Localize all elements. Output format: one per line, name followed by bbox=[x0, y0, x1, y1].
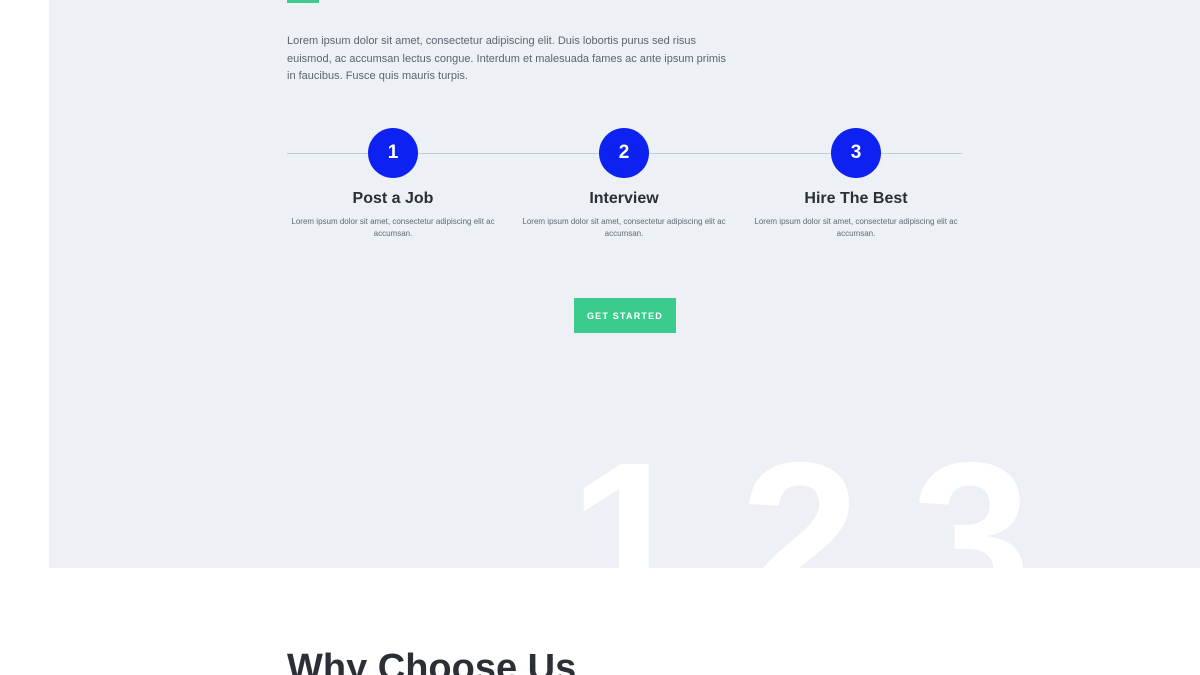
step-description: Lorem ipsum dolor sit amet, consectetur … bbox=[522, 217, 726, 238]
step-title: Hire The Best bbox=[804, 190, 908, 207]
watermark-numbers: 1.2.3. bbox=[569, 417, 1087, 568]
step-title: Post a Job bbox=[352, 190, 434, 207]
step-interview: 2 Interview Lorem ipsum dolor sit amet, … bbox=[516, 128, 732, 240]
step-number-badge: 1 bbox=[368, 128, 418, 178]
step-number-badge: 3 bbox=[831, 128, 881, 178]
why-choose-us-section: Why Choose Us bbox=[0, 568, 1200, 675]
page: Lorem ipsum dolor sit amet, consectetur … bbox=[0, 0, 1200, 675]
get-started-button[interactable]: GET STARTED bbox=[574, 298, 676, 333]
intro-text: Lorem ipsum dolor sit amet, consectetur … bbox=[287, 35, 726, 82]
step-hire-the-best: 3 Hire The Best Lorem ipsum dolor sit am… bbox=[748, 128, 964, 240]
how-it-works-section: Lorem ipsum dolor sit amet, consectetur … bbox=[49, 0, 1200, 568]
section-heading: Why Choose Us bbox=[287, 647, 577, 675]
step-post-a-job: 1 Post a Job Lorem ipsum dolor sit amet,… bbox=[285, 128, 501, 240]
step-description: Lorem ipsum dolor sit amet, consectetur … bbox=[291, 217, 495, 238]
step-title: Interview bbox=[589, 190, 659, 207]
accent-bar bbox=[287, 0, 319, 3]
step-description: Lorem ipsum dolor sit amet, consectetur … bbox=[754, 217, 958, 238]
step-number-badge: 2 bbox=[599, 128, 649, 178]
